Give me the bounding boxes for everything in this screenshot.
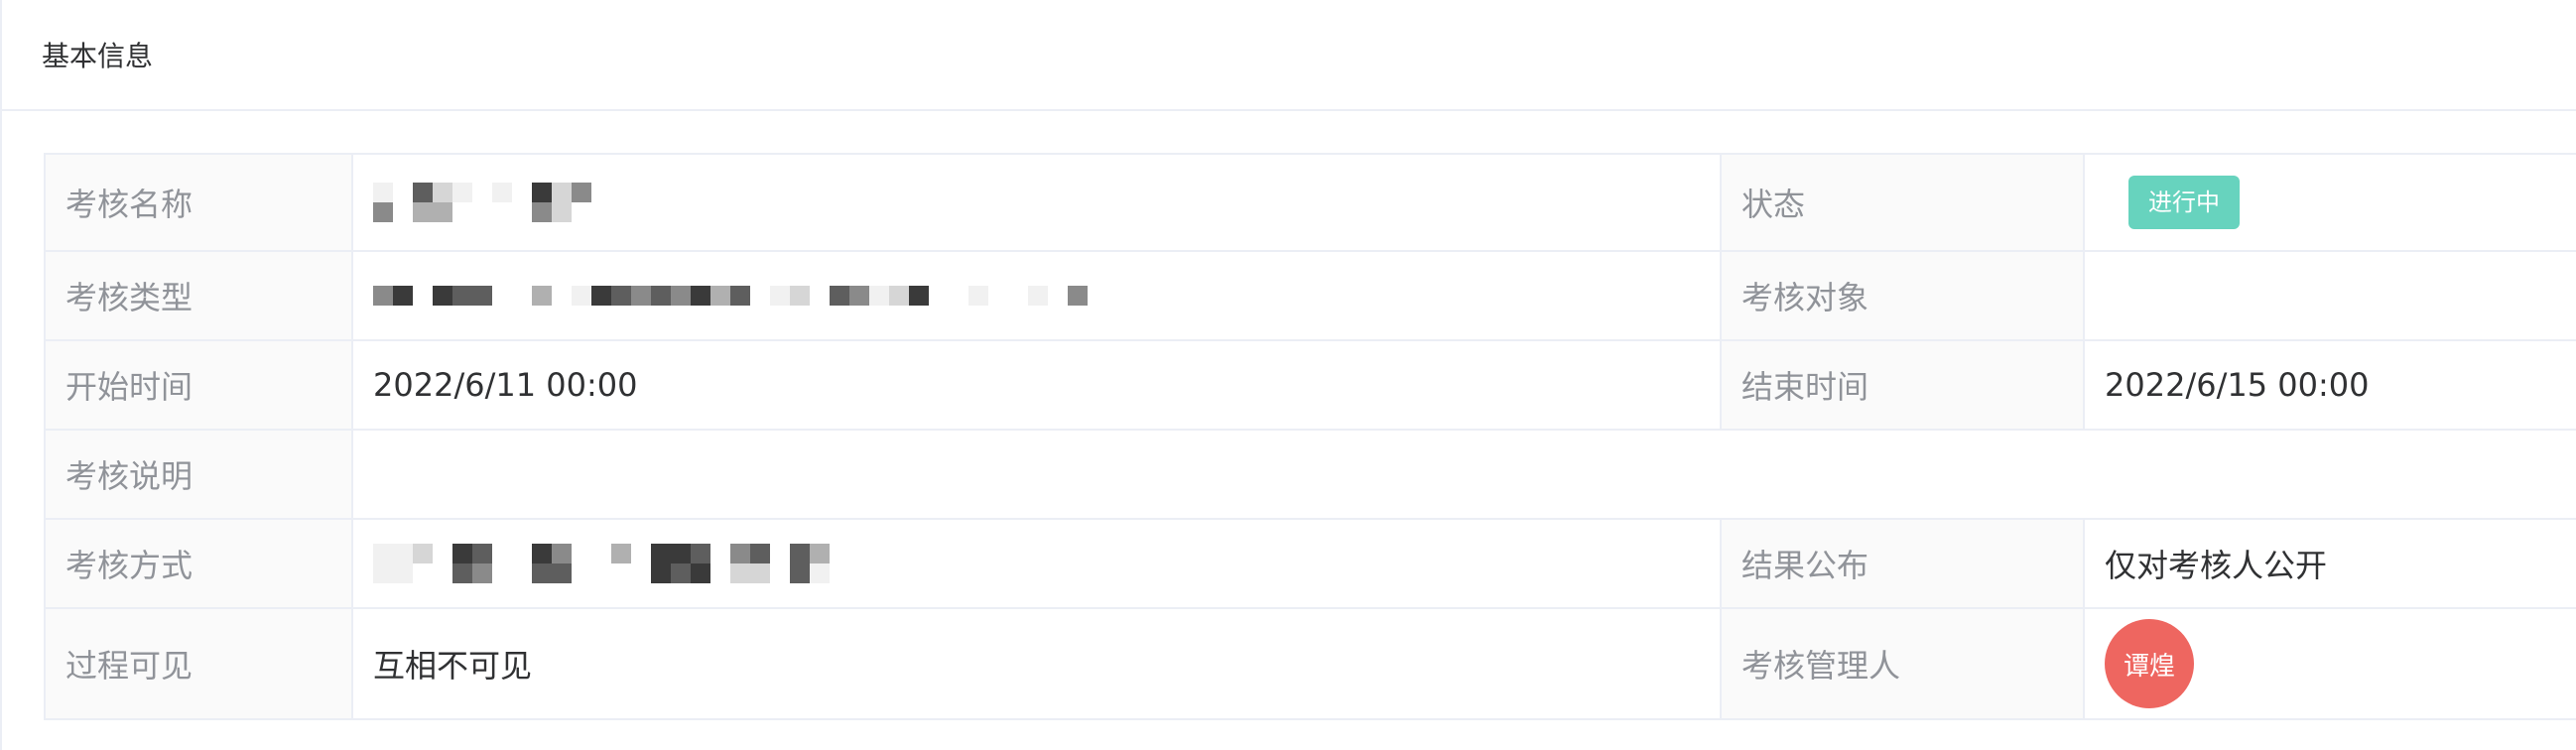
status-value: 进行中 — [2083, 153, 2576, 252]
exam-manager-value: 谭煌 — [2083, 607, 2576, 720]
end-time-value: 2022/6/15 00:00 — [2083, 339, 2576, 431]
redacted-text — [373, 183, 1700, 222]
table-row: 过程可见 互相不可见 考核管理人 谭煌 — [44, 607, 2576, 720]
exam-method-label: 考核方式 — [44, 518, 353, 609]
exam-name-label: 考核名称 — [44, 153, 353, 252]
exam-desc-value — [351, 429, 2576, 520]
exam-name-value — [351, 153, 1722, 252]
avatar[interactable]: 谭煌 — [2105, 619, 2194, 708]
result-publish-value: 仅对考核人公开 — [2083, 518, 2576, 609]
exam-target-label: 考核对象 — [1720, 250, 2085, 341]
table-row: 考核类型 考核对象 — [44, 250, 2576, 341]
exam-method-value — [351, 518, 1722, 609]
section-title: 基本信息 — [2, 0, 2576, 111]
table-row: 考核方式 结果公布 仅对考核人公开 — [44, 518, 2576, 609]
status-label: 状态 — [1720, 153, 2085, 252]
basic-info-table: 考核名称 状态 进行中 考核类型 考核对象 开始时间 2022/6/11 00:… — [44, 153, 2576, 720]
exam-manager-label: 考核管理人 — [1720, 607, 2085, 720]
status-badge: 进行中 — [2128, 176, 2240, 229]
exam-type-value — [351, 250, 1722, 341]
exam-type-label: 考核类型 — [44, 250, 353, 341]
table-row: 开始时间 2022/6/11 00:00 结束时间 2022/6/15 00:0… — [44, 339, 2576, 431]
redacted-text — [373, 286, 1700, 306]
exam-desc-label: 考核说明 — [44, 429, 353, 520]
table-row: 考核说明 — [44, 429, 2576, 520]
exam-target-value — [2083, 250, 2576, 341]
result-publish-label: 结果公布 — [1720, 518, 2085, 609]
end-time-label: 结束时间 — [1720, 339, 2085, 431]
start-time-value: 2022/6/11 00:00 — [351, 339, 1722, 431]
basic-info-card: 基本信息 考核名称 状态 进行中 考核类型 考核对象 开始时间 2022/6/1… — [0, 0, 2576, 750]
redacted-text — [373, 544, 1700, 583]
start-time-label: 开始时间 — [44, 339, 353, 431]
table-row: 考核名称 状态 进行中 — [44, 153, 2576, 252]
process-visible-value: 互相不可见 — [351, 607, 1722, 720]
process-visible-label: 过程可见 — [44, 607, 353, 720]
